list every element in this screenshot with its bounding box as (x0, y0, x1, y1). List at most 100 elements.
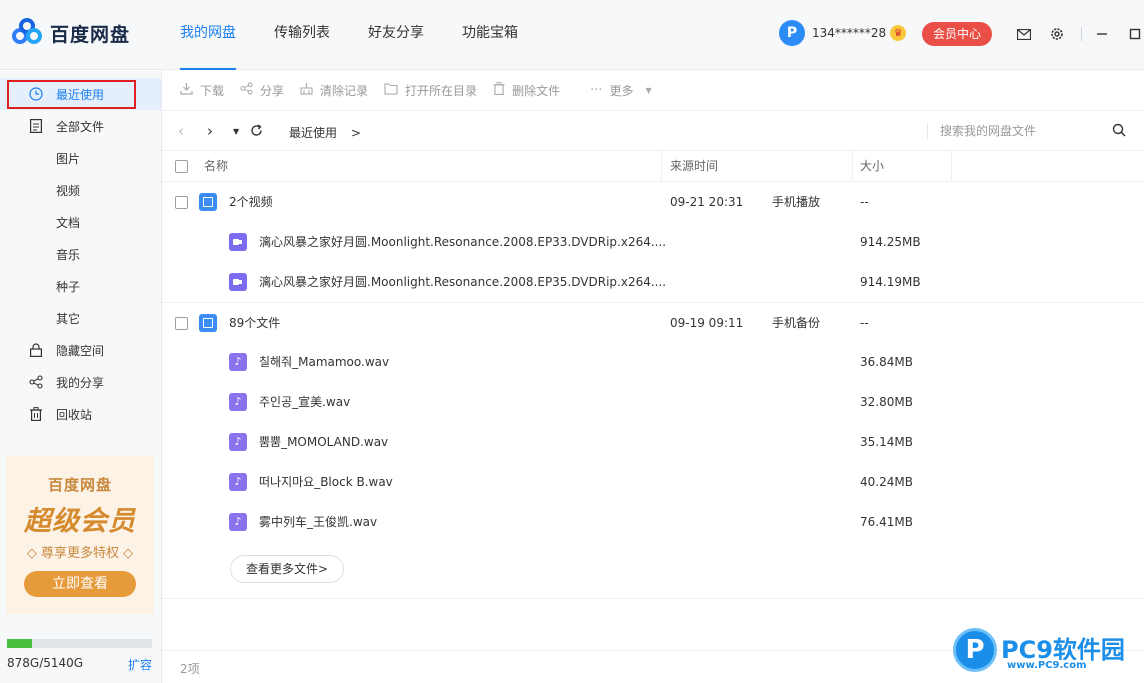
sidebar-item-label: 图片 (56, 151, 81, 166)
file-name[interactable]: 주인공_宣美.wav (259, 382, 350, 422)
open-folder-label: 打开所在目录 (405, 84, 478, 98)
file-name[interactable]: 떠나지마요_Block B.wav (259, 462, 393, 502)
tab-transfer-list[interactable]: 传输列表 (274, 0, 330, 70)
column-time[interactable]: 来源时间 (670, 151, 718, 182)
mail-icon[interactable] (1012, 22, 1036, 46)
share-icon (240, 82, 253, 99)
music-file-icon: ♪ (229, 513, 247, 531)
file-size: 40.24MB (860, 475, 913, 489)
folder-icon (384, 82, 398, 99)
sidebar-item-label: 视频 (56, 183, 81, 198)
group-name[interactable]: 89个文件 (229, 303, 280, 343)
file-row[interactable]: ♪ 떠나지마요_Block B.wav 40.24MB (162, 462, 1144, 502)
file-size: 32.80MB (860, 395, 913, 409)
select-all-checkbox[interactable] (175, 160, 188, 173)
group-name[interactable]: 2个视频 (229, 182, 273, 222)
tab-friend-share[interactable]: 好友分享 (368, 0, 424, 70)
address-bar: ‹ › ▼ 最近使用 > (162, 111, 1144, 151)
back-icon[interactable]: ‹ (178, 122, 184, 140)
sidebar-item-videos[interactable]: 视频 (0, 174, 161, 206)
open-folder-button[interactable]: 打开所在目录 (384, 82, 477, 99)
maximize-icon[interactable] (1123, 22, 1144, 46)
username[interactable]: 134******28 (812, 26, 886, 40)
group-folder-icon (199, 193, 217, 211)
tab-my-netdisk[interactable]: 我的网盘 (180, 0, 236, 70)
file-name[interactable]: 雾中列车_王俊凯.wav (259, 502, 377, 542)
sidebar-item-other[interactable]: 其它 (0, 302, 161, 334)
file-size: 36.84MB (860, 355, 913, 369)
sidebar-item-docs[interactable]: 文档 (0, 206, 161, 238)
file-name[interactable]: 漓心风暴之家好月圆.Moonlight.Resonance.2008.EP35.… (259, 262, 666, 302)
group-size: -- (860, 316, 869, 330)
sidebar-item-my-shares[interactable]: 我的分享 (0, 366, 161, 398)
storage-bar (7, 639, 152, 648)
file-row[interactable]: ♪ 雾中列车_王俊凯.wav 76.41MB (162, 502, 1144, 542)
file-size: 76.41MB (860, 515, 913, 529)
trash-icon (493, 82, 505, 99)
breadcrumb-separator: > (350, 126, 361, 140)
breadcrumb: 最近使用 > (289, 124, 361, 141)
vip-center-button[interactable]: 会员中心 (922, 22, 992, 46)
baidu-netdisk-logo-icon (12, 18, 46, 48)
lock-icon (28, 342, 44, 358)
music-file-icon: ♪ (229, 433, 247, 451)
file-name[interactable]: 뿜뿜_MOMOLAND.wav (259, 422, 388, 462)
file-row[interactable]: ♪ 칠해줘_Mamamoo.wav 36.84MB (162, 342, 1144, 382)
search-input[interactable] (940, 121, 1100, 141)
sidebar-item-label: 音乐 (56, 247, 81, 262)
search-icon[interactable] (1112, 123, 1126, 141)
minimize-icon[interactable] (1090, 22, 1114, 46)
delete-label: 删除文件 (512, 84, 561, 98)
sidebar-item-recycle-bin[interactable]: 回收站 (0, 398, 161, 430)
sidebar-item-music[interactable]: 音乐 (0, 238, 161, 270)
sidebar-item-all-files[interactable]: 全部文件 (0, 110, 161, 142)
file-icon (28, 118, 44, 134)
file-row[interactable]: ♪ 주인공_宣美.wav 32.80MB (162, 382, 1144, 422)
more-button[interactable]: ··· 更多 ▼ (590, 82, 652, 99)
user-info[interactable]: P 134******28 ♛ (779, 20, 907, 46)
video-file-icon (229, 233, 247, 251)
refresh-icon[interactable] (250, 123, 263, 141)
sidebar-item-hidden-space[interactable]: 隐藏空间 (0, 334, 161, 366)
promo-title: 超级会员 (24, 506, 136, 537)
breadcrumb-item-recent[interactable]: 最近使用 (289, 126, 337, 140)
row-checkbox[interactable] (175, 317, 188, 330)
sidebar-item-label: 最近使用 (56, 87, 105, 102)
row-checkbox[interactable] (175, 196, 188, 209)
watermark-logo-icon: P (953, 628, 997, 672)
sidebar-item-label: 隐藏空间 (56, 343, 105, 358)
history-dropdown-icon[interactable]: ▼ (233, 127, 239, 136)
expand-storage-link[interactable]: 扩容 (128, 656, 152, 673)
column-name[interactable]: 名称 (204, 151, 228, 182)
group-row[interactable]: 89个文件 09-19 09:11 手机备份 -- (162, 302, 1144, 342)
tab-toolbox[interactable]: 功能宝箱 (462, 0, 518, 70)
file-row[interactable]: ♪ 뿜뿜_MOMOLAND.wav 35.14MB (162, 422, 1144, 462)
column-divider (951, 151, 952, 182)
file-name[interactable]: 칠해줘_Mamamoo.wav (259, 342, 389, 382)
file-row[interactable]: 漓心风暴之家好月圆.Moonlight.Resonance.2008.EP33.… (162, 222, 1144, 262)
download-button[interactable]: 下载 (180, 82, 224, 99)
view-more-files-button[interactable]: 查看更多文件> (230, 555, 344, 583)
clear-history-button[interactable]: 清除记录 (300, 82, 368, 99)
sidebar-item-torrents[interactable]: 种子 (0, 270, 161, 302)
forward-icon[interactable]: › (207, 122, 213, 140)
sidebar-item-label: 我的分享 (56, 375, 105, 390)
clear-history-label: 清除记录 (320, 84, 369, 98)
file-name[interactable]: 漓心风暴之家好月圆.Moonlight.Resonance.2008.EP33.… (259, 222, 666, 262)
app-title: 百度网盘 (50, 23, 131, 46)
view-now-button[interactable]: 立即查看 (24, 571, 136, 597)
group-row[interactable]: 2个视频 09-21 20:31 手机播放 -- (162, 182, 1144, 222)
sidebar-item-recent[interactable]: 最近使用 (0, 78, 161, 110)
avatar[interactable]: P (779, 20, 805, 46)
delete-button[interactable]: 删除文件 (493, 82, 560, 99)
vip-promo-banner[interactable]: 百度网盘 超级会员 ◇ 尊享更多特权 ◇ 立即查看 (6, 456, 154, 614)
file-row[interactable]: 漓心风暴之家好月圆.Moonlight.Resonance.2008.EP35.… (162, 262, 1144, 302)
column-size[interactable]: 大小 (860, 151, 884, 182)
settings-icon[interactable] (1045, 22, 1069, 46)
share-button[interactable]: 分享 (240, 82, 284, 99)
file-size: 914.25MB (860, 235, 921, 249)
promo-brand: 百度网盘 (47, 476, 112, 494)
sidebar-item-images[interactable]: 图片 (0, 142, 161, 174)
broom-icon (300, 82, 313, 99)
sidebar-item-label: 其它 (56, 311, 81, 326)
